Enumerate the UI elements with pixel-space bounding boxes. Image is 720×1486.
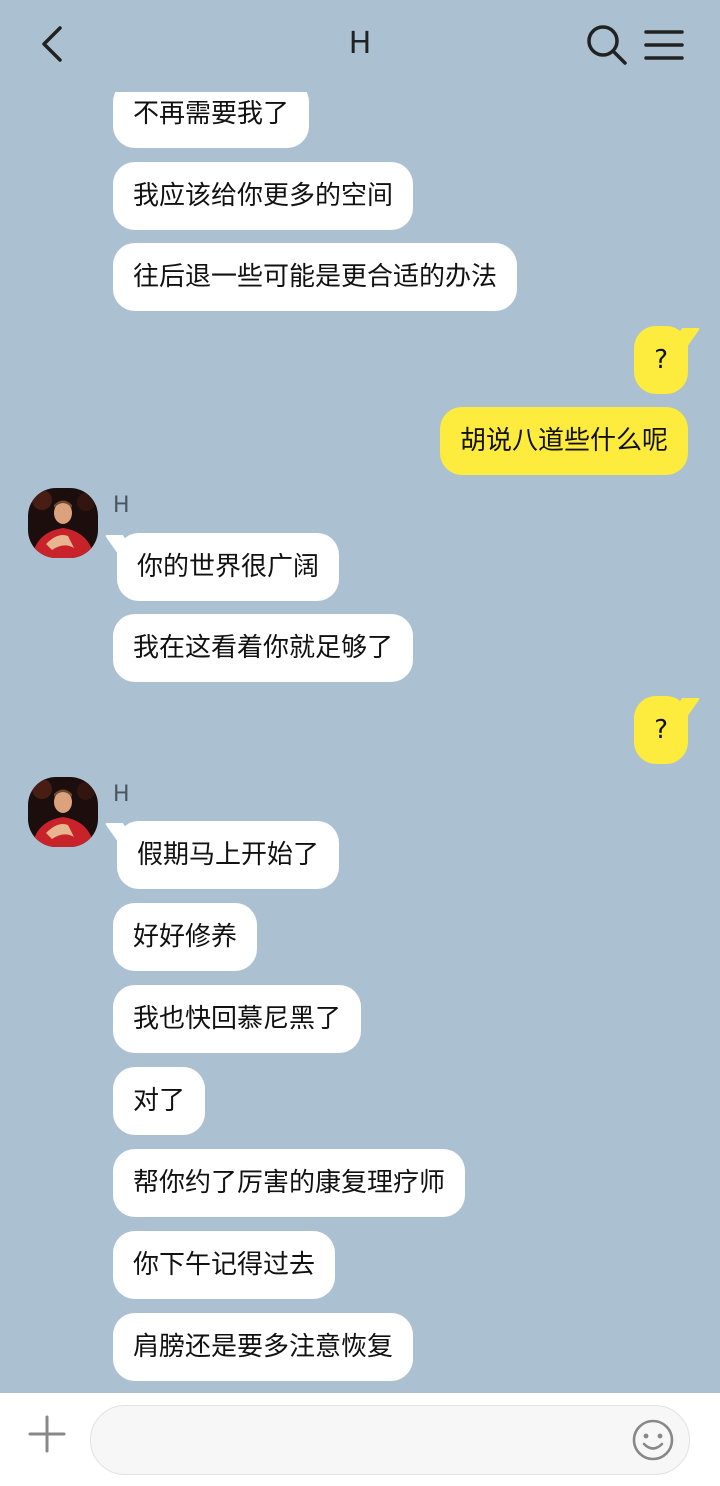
chat-header: H	[0, 0, 720, 92]
plus-icon	[28, 1415, 66, 1453]
message-text: 对了	[133, 1086, 186, 1116]
message-bubble-outgoing[interactable]: ?	[634, 696, 688, 764]
message-text: 我应该给你更多的空间	[133, 181, 394, 211]
message-bubble-incoming[interactable]: 我也快回慕尼黑了	[113, 985, 362, 1053]
add-button[interactable]	[26, 1413, 68, 1455]
message-bubble-incoming[interactable]: 肩膀还是要多注意恢复	[113, 1313, 414, 1381]
message-bubble-incoming[interactable]: 对了	[113, 1067, 206, 1135]
composer-bar	[0, 1393, 720, 1486]
chat-area[interactable]: 不再需要我了 我应该给你更多的空间 往后退一些可能是更合适的办法 ? 胡说八道些…	[0, 0, 720, 1393]
message-text: 肩膀还是要多注意恢复	[133, 1332, 394, 1362]
avatar-photo	[28, 777, 98, 847]
message-bubble-incoming[interactable]: 往后退一些可能是更合适的办法	[113, 243, 518, 311]
message-bubble-incoming[interactable]: 帮你约了厉害的康复理疗师	[113, 1149, 466, 1217]
message-input[interactable]	[90, 1405, 690, 1475]
message-text: 胡说八道些什么呢	[459, 426, 668, 456]
message-bubble-incoming[interactable]: 好好修养	[113, 903, 258, 971]
message-text: 我在这看着你就足够了	[133, 633, 394, 663]
smiley-icon	[632, 1419, 674, 1461]
message-text: 往后退一些可能是更合适的办法	[133, 262, 498, 292]
message-text: 帮你约了厉害的康复理疗师	[133, 1168, 446, 1198]
message-text: 你下午记得过去	[133, 1250, 316, 1280]
message-bubble-incoming[interactable]: 我在这看着你就足够了	[113, 614, 414, 682]
menu-icon	[644, 30, 684, 60]
search-icon	[587, 25, 627, 65]
menu-button[interactable]	[644, 26, 684, 66]
message-bubble-incoming[interactable]: 你下午记得过去	[113, 1231, 336, 1299]
sender-name: H	[113, 782, 130, 807]
message-bubble-outgoing[interactable]: ?	[634, 326, 688, 394]
sender-name: H	[113, 493, 130, 518]
emoji-button[interactable]	[630, 1417, 676, 1463]
avatar[interactable]	[28, 777, 98, 847]
search-button[interactable]	[584, 22, 630, 68]
message-bubble-incoming[interactable]: 我应该给你更多的空间	[113, 162, 414, 230]
message-text: 假期马上开始了	[137, 840, 320, 870]
message-text: 不再需要我了	[133, 99, 290, 129]
message-text: 我也快回慕尼黑了	[133, 1004, 342, 1034]
message-text: ?	[654, 715, 668, 745]
message-bubble-outgoing[interactable]: 胡说八道些什么呢	[439, 407, 688, 475]
message-text: ?	[654, 345, 668, 375]
avatar-photo	[28, 488, 98, 558]
message-text: 你的世界很广阔	[137, 552, 320, 582]
avatar[interactable]	[28, 488, 98, 558]
message-bubble-incoming[interactable]: 你的世界很广阔	[117, 533, 340, 601]
message-text: 好好修养	[133, 922, 238, 952]
message-bubble-incoming[interactable]: 假期马上开始了	[117, 821, 340, 889]
